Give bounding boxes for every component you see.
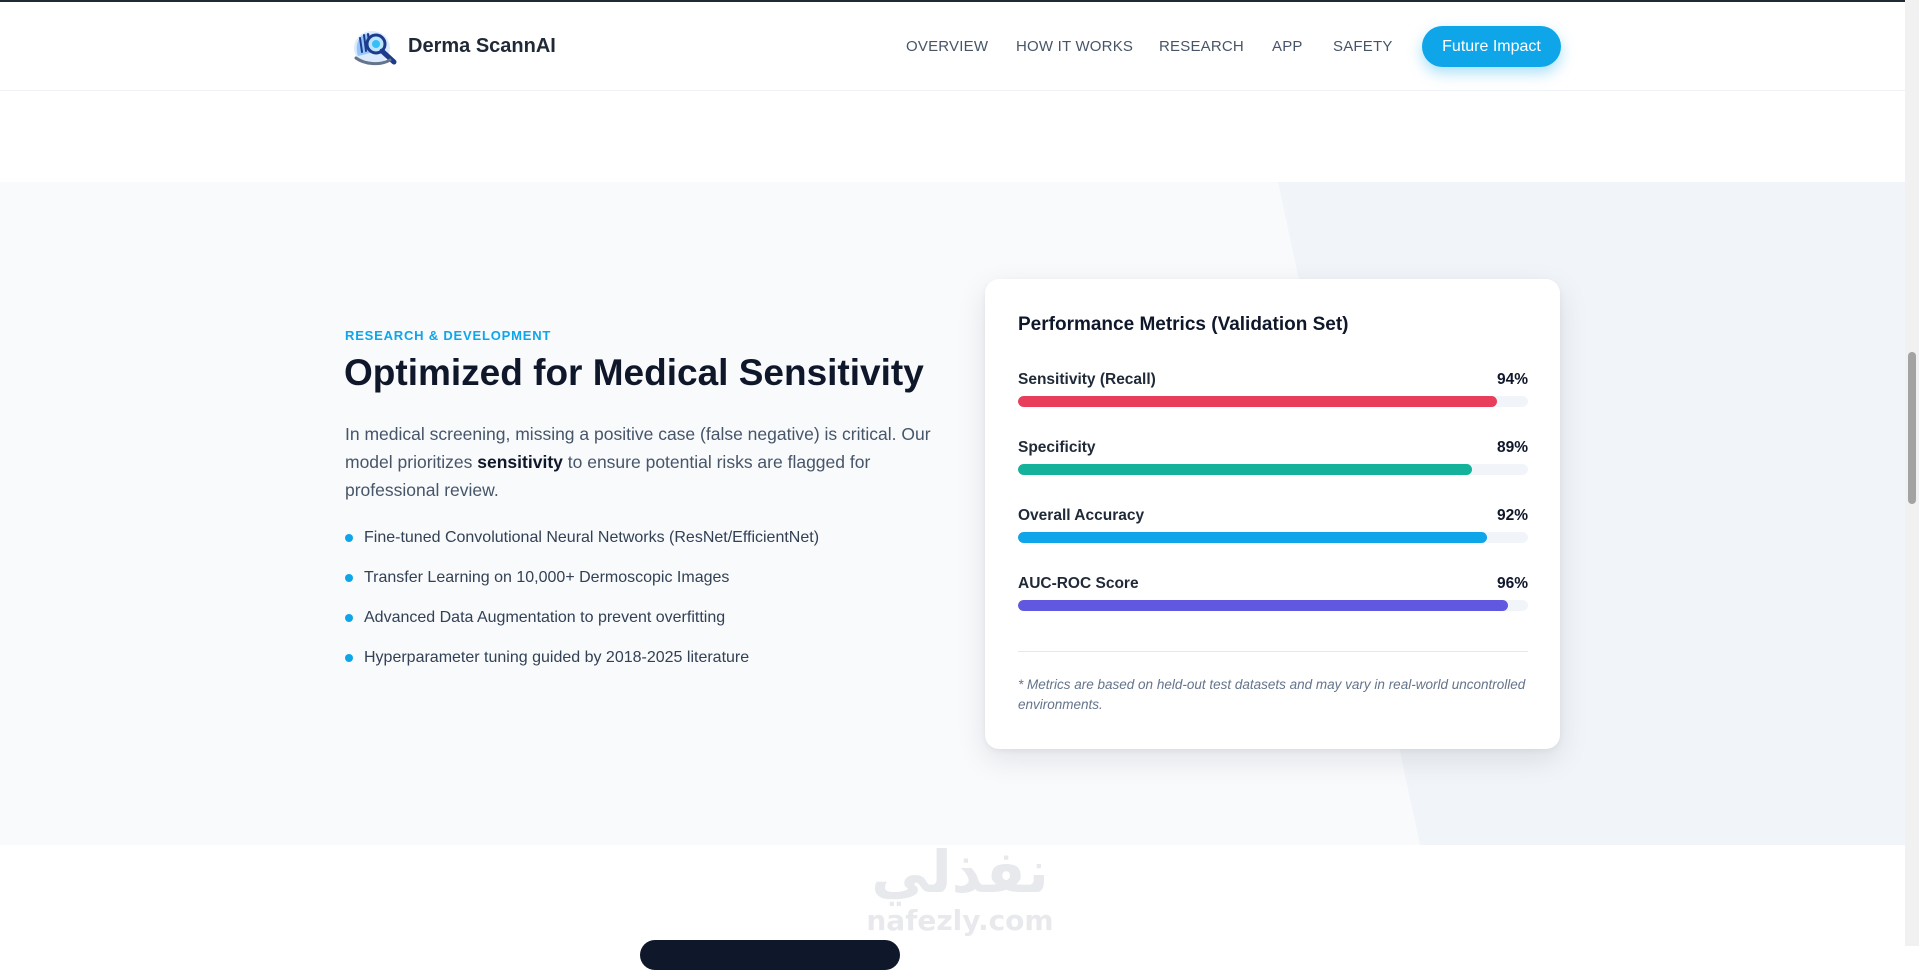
metric-label: Specificity (1018, 439, 1096, 456)
feature-item: Fine-tuned Convolutional Neural Networks… (345, 528, 819, 568)
page-scrollbar[interactable] (1905, 0, 1919, 946)
background-shape (1278, 182, 1905, 845)
feature-text: Advanced Data Augmentation to prevent ov… (364, 609, 726, 626)
feature-text: Fine-tuned Convolutional Neural Networks… (364, 529, 820, 546)
site-header: Derma ScannAI OVERVIEW HOW IT WORKS RESE… (0, 2, 1905, 91)
nav-app[interactable]: APP (1272, 38, 1303, 55)
nav-safety[interactable]: SAFETY (1333, 38, 1393, 55)
metrics-disclaimer: * Metrics are based on held-out test dat… (1018, 677, 1526, 712)
card-divider (1018, 651, 1528, 652)
feature-item: Hyperparameter tuning guided by 2018-202… (345, 648, 819, 688)
metric-label: Overall Accuracy (1018, 507, 1145, 524)
magnifier-hand-icon[interactable] (350, 26, 400, 68)
lead-emphasis: sensitivity (477, 452, 563, 472)
watermark-latin-text: nafezly.com (866, 904, 1053, 937)
brand-name[interactable]: Derma ScannAI (408, 35, 556, 58)
metric-progress-fill (1018, 396, 1498, 407)
nav-research[interactable]: RESEARCH (1159, 38, 1244, 55)
bullet-dot-icon (345, 534, 353, 542)
metrics-card-title: Performance Metrics (Validation Set) (1018, 314, 1349, 335)
metric-progress-track (1018, 532, 1528, 543)
section-lead: In medical screening, missing a positive… (345, 420, 945, 504)
metric-label: AUC-ROC Score (1018, 575, 1139, 592)
metric-value: 96% (1496, 575, 1528, 592)
metric-overall-accuracy: Overall Accuracy 92% (1018, 507, 1528, 551)
metric-value: 94% (1496, 371, 1528, 388)
nafezly-watermark-logo: نفذلي nafezly.com (866, 838, 1053, 937)
metric-specificity: Specificity 89% (1018, 439, 1528, 483)
feature-text: Transfer Learning on 10,000+ Dermoscopic… (364, 569, 730, 586)
metric-label: Sensitivity (Recall) (1018, 371, 1156, 388)
metric-progress-fill (1018, 532, 1488, 543)
bullet-dot-icon (345, 654, 353, 662)
section-eyebrow: RESEARCH & DEVELOPMENT (345, 328, 552, 343)
metric-progress-track (1018, 464, 1528, 475)
metric-sensitivity: Sensitivity (Recall) 94% (1018, 371, 1528, 415)
scrollbar-thumb[interactable] (1908, 352, 1916, 504)
feature-item: Advanced Data Augmentation to prevent ov… (345, 608, 819, 648)
metrics-card: Performance Metrics (Validation Set) Sen… (985, 279, 1560, 749)
metric-progress-fill (1018, 464, 1472, 475)
nav-how-it-works[interactable]: HOW IT WORKS (1016, 38, 1133, 55)
feature-item: Transfer Learning on 10,000+ Dermoscopic… (345, 568, 819, 608)
nav-overview[interactable]: OVERVIEW (906, 38, 988, 55)
future-impact-button[interactable]: Future Impact (1422, 26, 1561, 67)
metric-value: 92% (1496, 507, 1528, 524)
next-section-button[interactable] (640, 940, 900, 970)
bullet-dot-icon (345, 614, 353, 622)
metric-progress-track (1018, 600, 1528, 611)
metric-value: 89% (1496, 439, 1528, 456)
metric-progress-track (1018, 396, 1528, 407)
watermark-arabic-text: نفذلي (871, 838, 1048, 906)
bullet-dot-icon (345, 574, 353, 582)
research-section: RESEARCH & DEVELOPMENT Optimized for Med… (0, 182, 1905, 845)
metric-progress-fill (1018, 600, 1508, 611)
feature-list: Fine-tuned Convolutional Neural Networks… (345, 528, 819, 688)
feature-text: Hyperparameter tuning guided by 2018-202… (364, 649, 750, 666)
metric-auc-roc: AUC-ROC Score 96% (1018, 575, 1528, 619)
section-heading: Optimized for Medical Sensitivity (344, 352, 924, 393)
